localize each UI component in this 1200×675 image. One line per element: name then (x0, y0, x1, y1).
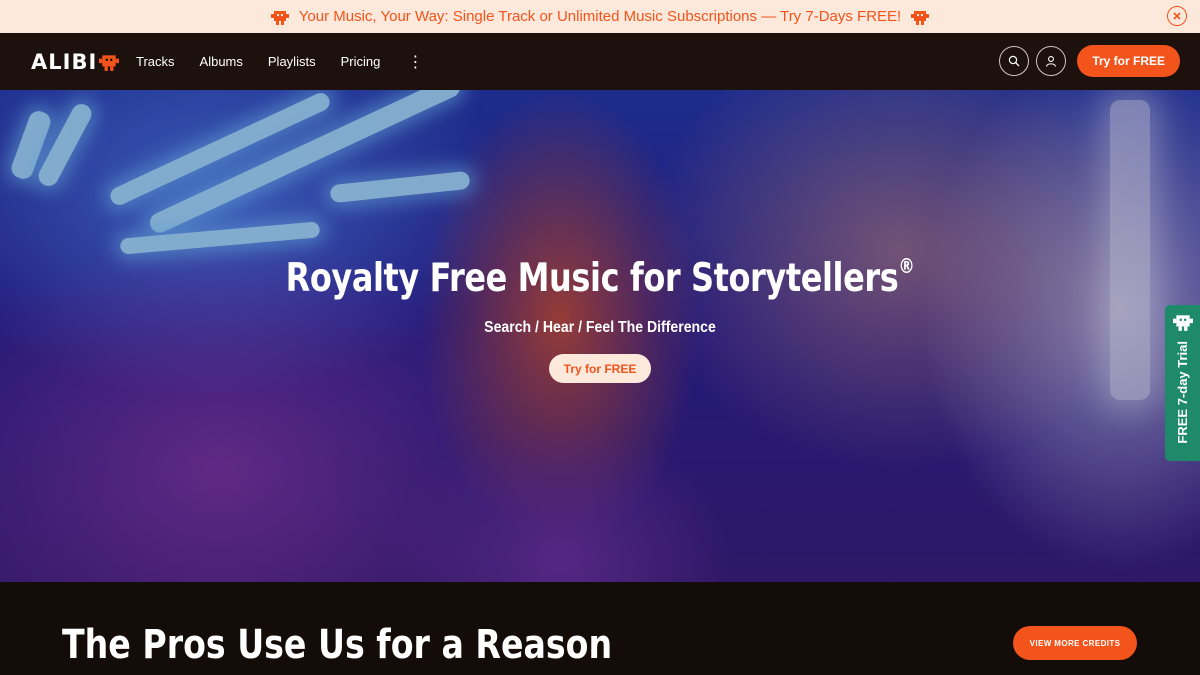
free-trial-side-tab[interactable]: FREE 7-day Trial (1165, 305, 1200, 461)
alibi-robot-icon (911, 10, 930, 25)
hero-section: Royalty Free Music for Storytellers® Sea… (0, 90, 1200, 582)
nav-playlists[interactable]: Playlists (268, 54, 316, 69)
promo-close-button[interactable] (1167, 6, 1187, 26)
nav-pricing[interactable]: Pricing (341, 54, 381, 69)
try-free-button[interactable]: Try for FREE (1077, 45, 1180, 77)
alibi-robot-icon (1172, 315, 1193, 331)
registered-mark: ® (898, 254, 915, 278)
logo-text: ALIBI (31, 50, 98, 74)
credits-section: The Pros Use Us for a Reason VIEW MORE C… (0, 582, 1200, 675)
hero-subtitle: Search / Hear / Feel The Difference (484, 319, 716, 336)
close-icon (1173, 12, 1181, 20)
nav-albums[interactable]: Albums (200, 54, 243, 69)
header-actions: Try for FREE (999, 45, 1180, 77)
nav-tracks[interactable]: Tracks (136, 54, 175, 69)
side-tab-label: FREE 7-day Trial (1175, 341, 1190, 444)
search-icon (1009, 55, 1020, 67)
alibi-robot-icon (270, 10, 289, 25)
alibi-robot-icon (99, 55, 120, 71)
hero-title: Royalty Free Music for Storytellers® (108, 254, 1092, 301)
site-header: ALIBI Tracks Albums Playlists Pricing ⋮ (0, 33, 1200, 90)
view-more-credits-button[interactable]: VIEW MORE CREDITS (1013, 626, 1137, 660)
main-nav: Tracks Albums Playlists Pricing ⋮ (136, 33, 423, 90)
credits-title: The Pros Use Us for a Reason (62, 622, 613, 668)
user-icon (1046, 56, 1057, 67)
nav-more-menu[interactable]: ⋮ (407, 52, 423, 72)
promo-text: Your Music, Your Way: Single Track or Un… (298, 8, 902, 25)
hero-title-text: Royalty Free Music for Storytellers (285, 256, 899, 301)
logo[interactable]: ALIBI (31, 50, 120, 74)
promo-bar: Your Music, Your Way: Single Track or Un… (0, 0, 1200, 33)
search-button[interactable] (999, 46, 1030, 76)
account-button[interactable] (1036, 46, 1067, 76)
hero-try-free-button[interactable]: Try for FREE (549, 354, 651, 383)
promo-link[interactable]: Your Music, Your Way: Single Track or Un… (270, 8, 930, 25)
